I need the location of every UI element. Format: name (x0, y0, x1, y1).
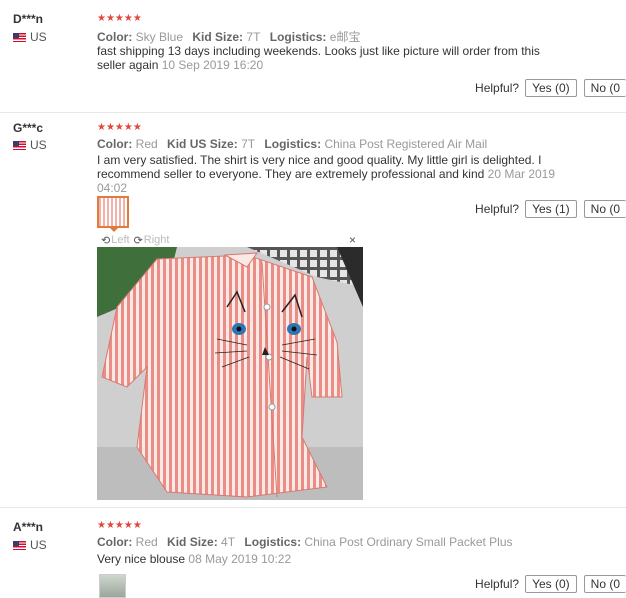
reviewer-name: A***n (13, 520, 44, 534)
review-photo-thumbnail[interactable] (99, 574, 126, 598)
review-photo-thumbnail[interactable] (97, 196, 129, 232)
attr-key: Logistics: (264, 137, 322, 151)
reviewer-name: D***n (13, 12, 44, 26)
attr-key: Logistics: (269, 30, 327, 44)
rotate-left-label: Left (111, 234, 130, 246)
review-divider (0, 507, 626, 508)
photo-viewer-toolbar: ⟲ Left ⟳ Right × (97, 233, 363, 247)
review-body: Very nice blouse (97, 552, 186, 566)
review-photo (97, 247, 363, 500)
photo-viewer: ⟲ Left ⟳ Right × (97, 233, 363, 500)
attr-value: 7T (246, 30, 261, 44)
rotate-right-label: Right (143, 234, 170, 246)
attr-value: Sky Blue (135, 30, 184, 44)
review-text: I am very satisfied. The shirt is very n… (97, 153, 567, 195)
attr-key: Color: (97, 30, 133, 44)
reviewer-country: US (13, 138, 47, 152)
attr-key: Color: (97, 137, 133, 151)
rotate-left-button[interactable]: ⟲ Left (101, 234, 130, 247)
attr-key: Logistics: (244, 535, 302, 549)
review-body: I am very satisfied. The shirt is very n… (97, 153, 542, 181)
helpful-controls: Helpful? Yes (0) No (0 (475, 575, 626, 593)
review-divider (0, 112, 626, 113)
helpful-no-button[interactable]: No (0 (583, 79, 626, 97)
helpful-no-button[interactable]: No (0 (583, 200, 626, 218)
review-attributes: Color: Red Kid Size: 4T Logistics: China… (97, 535, 519, 549)
attr-value: 7T (241, 137, 256, 151)
rotate-left-icon: ⟲ (101, 234, 111, 247)
us-flag-icon (13, 140, 26, 150)
rotate-right-button[interactable]: ⟳ Right (134, 234, 170, 247)
us-flag-icon (13, 32, 26, 42)
attr-key: Kid US Size: (167, 137, 238, 151)
helpful-label: Helpful? (475, 202, 520, 216)
rotate-right-icon: ⟳ (133, 234, 143, 247)
country-label: US (30, 30, 47, 44)
attr-key: Kid Size: (167, 535, 218, 549)
reviewer-country: US (13, 538, 47, 552)
review-text: fast shipping 13 days including weekends… (97, 44, 567, 72)
star-rating: ★★★★★ (97, 13, 142, 24)
shirt-photo-illustration (97, 247, 363, 500)
country-label: US (30, 538, 47, 552)
review-attributes: Color: Red Kid US Size: 7T Logistics: Ch… (97, 137, 493, 151)
close-icon[interactable]: × (349, 233, 356, 247)
helpful-controls: Helpful? Yes (1) No (0 (475, 200, 626, 218)
attr-value: Red (135, 137, 158, 151)
attr-value: 4T (221, 535, 236, 549)
review-attributes: Color: Sky Blue Kid Size: 7T Logistics: … (97, 28, 366, 45)
attr-value: China Post Ordinary Small Packet Plus (304, 535, 513, 549)
review-date: 08 May 2019 10:22 (188, 552, 292, 566)
helpful-label: Helpful? (475, 577, 520, 591)
attr-value: Red (135, 535, 158, 549)
reviewer-country: US (13, 30, 47, 44)
attr-key: Color: (97, 535, 133, 549)
star-rating: ★★★★★ (97, 520, 142, 531)
attr-key: Kid Size: (192, 30, 244, 44)
reviewer-name: G***c (13, 121, 44, 135)
country-label: US (30, 138, 47, 152)
review-text: Very nice blouse 08 May 2019 10:22 (97, 552, 567, 566)
review-date: 10 Sep 2019 16:20 (161, 58, 264, 72)
star-rating: ★★★★★ (97, 122, 142, 133)
attr-value: China Post Registered Air Mail (324, 137, 488, 151)
helpful-label: Helpful? (475, 81, 520, 95)
helpful-controls: Helpful? Yes (0) No (0 (475, 79, 626, 97)
us-flag-icon (13, 540, 26, 550)
helpful-no-button[interactable]: No (0 (583, 575, 626, 593)
helpful-yes-button[interactable]: Yes (0) (525, 575, 577, 593)
helpful-yes-button[interactable]: Yes (0) (525, 79, 577, 97)
attr-value: e邮宝 (329, 30, 361, 44)
helpful-yes-button[interactable]: Yes (1) (525, 200, 577, 218)
